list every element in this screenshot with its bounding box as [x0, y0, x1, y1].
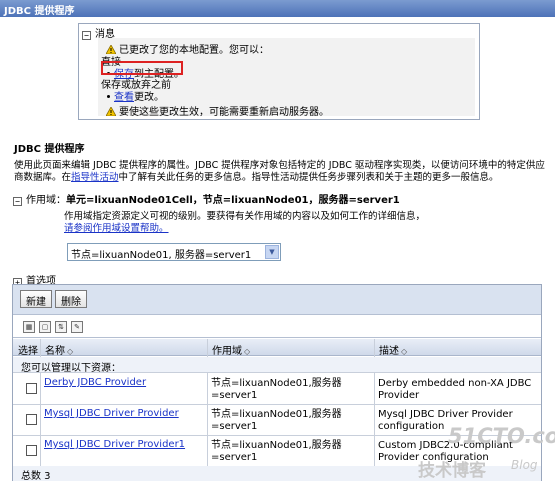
- new-button[interactable]: 新建: [20, 290, 52, 308]
- row-checkbox[interactable]: [26, 383, 37, 394]
- deselect-all-icon[interactable]: ▢: [39, 321, 51, 333]
- filter-icon[interactable]: ⇅: [55, 321, 67, 333]
- review-rest-text: 更改。: [134, 92, 164, 103]
- row-desc-line2: configuration: [378, 421, 445, 432]
- row-scope: 节点=lixuanNode01,服务器 =server1: [211, 409, 342, 433]
- collapse-icon[interactable]: −: [13, 197, 22, 206]
- col-select: 选择: [18, 346, 38, 357]
- row-scope-line1: 节点=lixuanNode01,服务器: [211, 378, 342, 389]
- message-review-line: 查看更改。: [101, 88, 164, 103]
- provider-name-link[interactable]: Mysql JDBC Driver Provider: [44, 408, 179, 420]
- scope-select[interactable]: 节点=lixuanNode01, 服务器=server1 ▼: [67, 243, 281, 261]
- row-checkbox[interactable]: [26, 445, 37, 456]
- chevron-down-icon[interactable]: ▼: [265, 245, 279, 259]
- providers-panel: 新建 删除 ▦ ▢ ⇅ ✎ 选择 名称 ◇ 作用域 ◇ 描述 ◇ 您可以管理以下资源：…: [12, 284, 542, 482]
- message-restart-text: 要使这些更改生效，可能需要重新启动服务器。: [119, 107, 329, 118]
- row-scope-line1: 节点=lixuanNode01,服务器: [211, 440, 342, 451]
- scope-select-value: 节点=lixuanNode01, 服务器=server1: [71, 250, 252, 261]
- scope-description: 作用域指定资源定义可视的级别。要获得有关作用域的内容以及如何工作的详细信息， 请…: [64, 211, 425, 235]
- sort-icon[interactable]: ◇: [67, 347, 73, 356]
- row-scope-line2: =server1: [211, 421, 258, 432]
- row-scope: 节点=lixuanNode01,服务器 =server1: [211, 440, 342, 464]
- scope-value: 单元=lixuanNode01Cell，节点=lixuanNode01，服务器=…: [66, 195, 400, 206]
- scope-help-link[interactable]: 请参阅作用域设置帮助。: [64, 223, 425, 235]
- message-changed: 已更改了您的本地配置。您可以：: [106, 41, 269, 56]
- row-scope-line1: 节点=lixuanNode01,服务器: [211, 409, 342, 420]
- highlight-box: [101, 61, 183, 75]
- message-restart: 要使这些更改生效，可能需要重新启动服务器。: [106, 103, 329, 118]
- collapse-icon[interactable]: −: [82, 31, 91, 40]
- icon-toolbar: ▦ ▢ ⇅ ✎: [13, 316, 541, 338]
- scope-desc-text: 作用域指定资源定义可视的级别。要获得有关作用域的内容以及如何工作的详细信息，: [64, 211, 426, 222]
- scope-header[interactable]: − 作用域：单元=lixuanNode01Cell，节点=lixuanNode01…: [13, 191, 400, 206]
- watermark-site: 51CTO.com: [448, 424, 555, 448]
- section-title: JDBC 提供程序: [14, 144, 85, 155]
- scope-label: 作用域：: [26, 195, 66, 206]
- row-checkbox[interactable]: [26, 414, 37, 425]
- table-header: 选择 名称 ◇ 作用域 ◇ 描述 ◇: [13, 339, 541, 357]
- watermark-blog-en: Blog: [511, 458, 538, 472]
- col-scope-label: 作用域: [212, 346, 242, 357]
- message-changed-text: 已更改了您的本地配置。您可以：: [119, 45, 269, 56]
- row-desc-line1: Derby embedded non-XA JDBC: [378, 378, 532, 389]
- bullet: [107, 94, 110, 98]
- guided-activity-link[interactable]: 指导性活动: [71, 172, 119, 183]
- manage-label: 您可以管理以下资源：: [13, 357, 541, 374]
- warning-icon: [106, 107, 116, 116]
- page-description: 使用此页面来编辑 JDBC 提供程序的属性。JDBC 提供程序对象包括特定的 J…: [14, 160, 549, 184]
- row-desc-line1: Mysql JDBC Driver Provider: [378, 409, 513, 420]
- col-description[interactable]: 描述 ◇: [379, 342, 407, 357]
- select-all-icon[interactable]: ▦: [23, 321, 35, 333]
- col-name[interactable]: 名称 ◇: [45, 342, 73, 357]
- description-text-a: 商数据库。在: [14, 172, 72, 183]
- row-scope-line2: =server1: [211, 452, 258, 463]
- button-bar: 新建 删除: [13, 285, 541, 315]
- watermark-blog-cn: 技术博客: [418, 461, 486, 481]
- row-scope: 节点=lixuanNode01,服务器 =server1: [211, 378, 342, 402]
- description-text-b: 中了解有关此任务的更多信息。指导性活动提供任务步骤列表和关于主题的更多一般信息。: [118, 172, 499, 183]
- settings-icon[interactable]: ✎: [71, 321, 83, 333]
- review-link[interactable]: 查看: [114, 92, 134, 103]
- description-line2: 商数据库。在指导性活动中了解有关此任务的更多信息。指导性活动提供任务步骤列表和关…: [14, 172, 549, 184]
- table-row: Derby JDBC Provider 节点=lixuanNode01,服务器 =…: [13, 374, 541, 405]
- sort-icon[interactable]: ◇: [244, 347, 250, 356]
- page-title: JDBC 提供程序: [0, 0, 555, 17]
- delete-button[interactable]: 删除: [55, 290, 87, 308]
- row-desc-line2: Provider: [378, 390, 420, 401]
- col-name-label: 名称: [45, 346, 65, 357]
- sort-icon[interactable]: ◇: [401, 347, 407, 356]
- col-scope[interactable]: 作用域 ◇: [212, 342, 250, 357]
- provider-name-link[interactable]: Derby JDBC Provider: [44, 377, 146, 389]
- description-line1: 使用此页面来编辑 JDBC 提供程序的属性。JDBC 提供程序对象包括特定的 J…: [14, 160, 545, 171]
- row-scope-line2: =server1: [211, 390, 258, 401]
- provider-name-link[interactable]: Mysql JDBC Driver Provider1: [44, 439, 185, 451]
- row-description: Derby embedded non-XA JDBC Provider: [378, 378, 531, 402]
- col-description-label: 描述: [379, 346, 399, 357]
